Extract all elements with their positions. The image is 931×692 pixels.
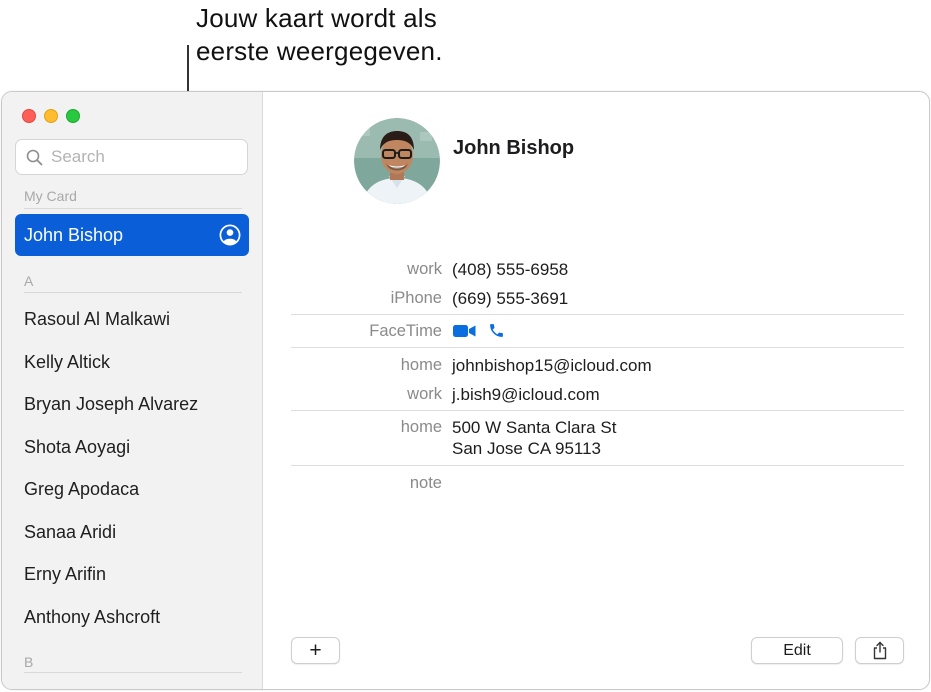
my-card-row[interactable]: John Bishop	[15, 214, 249, 256]
search-input[interactable]	[51, 147, 241, 167]
my-card-divider	[24, 208, 242, 209]
edit-button[interactable]: Edit	[751, 637, 843, 664]
video-camera-icon[interactable]	[453, 324, 476, 338]
search-icon	[26, 149, 43, 165]
address-home-value[interactable]: 500 W Santa Clara St San Jose CA 95113	[452, 417, 616, 459]
window-controls	[22, 109, 80, 123]
contact-list-item[interactable]: Greg Apodaca	[2, 468, 263, 511]
contact-list: Rasoul Al Malkawi Kelly Altick Bryan Jos…	[2, 298, 263, 638]
email-home-value[interactable]: johnbishop15@icloud.com	[452, 355, 652, 376]
divider	[291, 347, 904, 348]
email-home-label: home	[400, 356, 442, 374]
phone-iphone-label: iPhone	[390, 289, 442, 307]
address-home-label: home	[400, 418, 442, 436]
phone-work-label: work	[407, 260, 442, 278]
search-field[interactable]	[15, 139, 248, 175]
contact-name: John Bishop	[453, 137, 575, 159]
zoom-window-button[interactable]	[66, 109, 80, 123]
phone-work-value[interactable]: (408) 555-6958	[452, 259, 568, 280]
facetime-label: FaceTime	[369, 322, 442, 340]
my-card-name: John Bishop	[24, 224, 124, 245]
avatar	[354, 118, 440, 204]
contact-list-item[interactable]: Kelly Altick	[2, 341, 263, 384]
edit-button-label: Edit	[783, 641, 811, 659]
phone-iphone-value[interactable]: (669) 555-3691	[452, 288, 568, 309]
divider	[291, 314, 904, 315]
address-line-1: 500 W Santa Clara St	[452, 418, 617, 437]
section-b-divider	[24, 672, 242, 673]
my-card-header: My Card	[24, 188, 77, 204]
sidebar: My Card John Bishop A Rasoul Al Malkawi …	[2, 92, 263, 689]
phone-icon[interactable]	[488, 322, 505, 339]
share-button[interactable]	[855, 637, 904, 664]
section-a-divider	[24, 292, 242, 293]
callout-line-2: eerste weergegeven.	[196, 36, 443, 66]
note-label: note	[409, 474, 442, 492]
contact-list-item[interactable]: Anthony Ashcroft	[2, 596, 263, 639]
email-work-label: work	[407, 385, 442, 403]
contact-list-item[interactable]: Sanaa Aridi	[2, 511, 263, 554]
close-window-button[interactable]	[22, 109, 36, 123]
contact-list-item[interactable]: Shota Aoyagi	[2, 426, 263, 469]
section-header-b: B	[24, 654, 34, 670]
email-work-value[interactable]: j.bish9@icloud.com	[452, 384, 600, 405]
share-icon	[873, 641, 886, 660]
address-line-2: San Jose CA 95113	[452, 439, 602, 458]
facetime-actions	[453, 322, 505, 339]
callout-line-1: Jouw kaart wordt als	[196, 3, 437, 33]
add-button-label: +	[309, 639, 322, 662]
callout-text: Jouw kaart wordt als eerste weergegeven.	[196, 2, 443, 68]
person-circle-icon	[219, 224, 241, 246]
minimize-window-button[interactable]	[44, 109, 58, 123]
contact-card: John Bishop work (408) 555-6958 iPhone (…	[264, 92, 929, 689]
section-header-a: A	[24, 273, 34, 289]
divider	[291, 410, 904, 411]
contact-list-item[interactable]: Erny Arifin	[2, 553, 263, 596]
divider	[291, 465, 904, 466]
add-contact-button[interactable]: +	[291, 637, 340, 664]
contact-list-item[interactable]: Rasoul Al Malkawi	[2, 298, 263, 341]
contact-list-item[interactable]: Bryan Joseph Alvarez	[2, 383, 263, 426]
contacts-window: My Card John Bishop A Rasoul Al Malkawi …	[1, 91, 930, 690]
